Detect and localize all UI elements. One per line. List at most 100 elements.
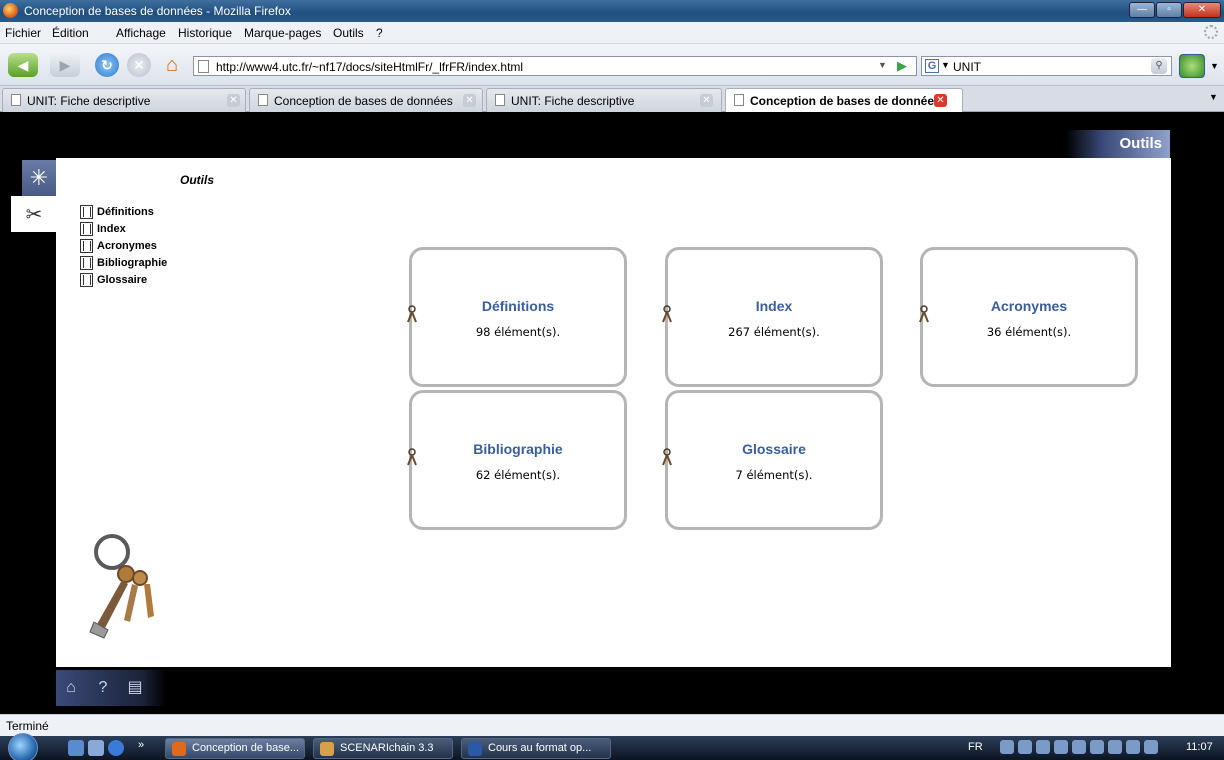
navigation-toolbar: ◀ ▶ ↻ ✕ ⌂ http://www4.utc.fr/~nf17/docs/…: [0, 44, 1224, 86]
document-icon: [80, 222, 93, 236]
search-bar[interactable]: G ▼ UNIT ⚲: [921, 56, 1172, 76]
card-title[interactable]: Bibliographie: [412, 441, 624, 457]
key-icon: [658, 304, 676, 324]
task-word[interactable]: Cours au format op...: [461, 738, 611, 759]
tray-app-icon[interactable]: [1036, 740, 1050, 754]
close-window-button[interactable]: ✕: [1183, 2, 1221, 18]
window-title: Conception de bases de données - Mozilla…: [24, 4, 291, 18]
help-icon[interactable]: ?: [92, 677, 114, 699]
tray-app-icon[interactable]: [1054, 740, 1068, 754]
addon-icon[interactable]: [1179, 54, 1205, 78]
network-icon[interactable]: [1126, 740, 1140, 754]
back-button[interactable]: ◀: [8, 53, 38, 77]
firefox-icon: [172, 742, 186, 756]
reload-button[interactable]: ↻: [95, 53, 119, 77]
card-title[interactable]: Définitions: [412, 298, 624, 314]
tab-1[interactable]: UNIT: Fiche descriptive ✕: [2, 88, 246, 112]
search-input[interactable]: UNIT: [953, 60, 981, 74]
tray-app-icon[interactable]: [1072, 740, 1086, 754]
clock[interactable]: 11:07: [1186, 741, 1213, 753]
tab-label: UNIT: Fiche descriptive: [27, 94, 151, 108]
menu-historique[interactable]: Historique: [178, 26, 232, 40]
tab-close-icon[interactable]: ✕: [700, 94, 713, 107]
switch-windows-icon[interactable]: [88, 740, 104, 756]
tab-3[interactable]: UNIT: Fiche descriptive ✕: [486, 88, 722, 112]
tab-2[interactable]: Conception de bases de données ✕: [249, 88, 483, 112]
tray-app-icon[interactable]: [1018, 740, 1032, 754]
url-bar[interactable]: http://www4.utc.fr/~nf17/docs/siteHtmlFr…: [193, 56, 917, 76]
menu-edition[interactable]: Édition: [52, 26, 89, 40]
tray-app-icon[interactable]: [1108, 740, 1122, 754]
ie-icon[interactable]: [108, 740, 124, 756]
tools-tree: Définitions Index Acronymes Bibliographi…: [80, 205, 167, 290]
print-icon[interactable]: ▤: [124, 677, 146, 699]
tab-label: UNIT: Fiche descriptive: [511, 94, 635, 108]
task-firefox[interactable]: Conception de base...: [165, 738, 305, 759]
card-index[interactable]: Index 267 élément(s).: [665, 247, 883, 387]
tree-item-acronymes[interactable]: Acronymes: [80, 239, 167, 256]
tree-item-glossaire[interactable]: Glossaire: [80, 273, 167, 290]
tab-close-icon[interactable]: ✕: [227, 94, 240, 107]
key-icon: [403, 304, 421, 324]
document-icon: [80, 239, 93, 253]
bottom-toolbar: ⌂ ? ▤: [56, 670, 166, 706]
card-title[interactable]: Index: [668, 298, 880, 314]
tree-item-bibliographie[interactable]: Bibliographie: [80, 256, 167, 273]
tools-icon[interactable]: ✂: [11, 196, 57, 232]
scenari-icon: [320, 742, 334, 756]
search-engine-icon[interactable]: G: [925, 59, 939, 73]
search-icon[interactable]: ⚲: [1151, 58, 1167, 74]
home-icon[interactable]: ⌂: [60, 677, 82, 699]
tray-chevron-icon[interactable]: [1000, 740, 1014, 754]
star-icon[interactable]: ✳: [22, 160, 56, 196]
throbber-icon: [1204, 25, 1218, 39]
menu-help[interactable]: ?: [376, 26, 383, 40]
card-definitions[interactable]: Définitions 98 élément(s).: [409, 247, 627, 387]
status-bar: Terminé: [0, 714, 1224, 736]
menu-outils[interactable]: Outils: [333, 26, 364, 40]
card-count: 98 élément(s).: [475, 325, 561, 339]
card-title[interactable]: Acronymes: [923, 298, 1135, 314]
tab-list-icon[interactable]: ▼: [1209, 92, 1218, 102]
tab-close-icon[interactable]: ✕: [934, 94, 947, 107]
page-icon: [734, 94, 744, 106]
tab-4[interactable]: Conception de bases de données ✕: [725, 88, 963, 113]
language-indicator[interactable]: FR: [968, 741, 983, 753]
tab-close-icon[interactable]: ✕: [463, 94, 476, 107]
taskbar: » Conception de base... SCENARIchain 3.3…: [0, 733, 1224, 760]
tab-label: Conception de bases de données: [274, 94, 453, 108]
forward-button[interactable]: ▶: [50, 53, 80, 77]
start-button[interactable]: [8, 733, 38, 760]
task-scenarichain[interactable]: SCENARIchain 3.3: [313, 738, 453, 759]
go-icon[interactable]: ▶: [897, 58, 907, 74]
tree-label: Acronymes: [97, 240, 157, 252]
menu-marque-pages[interactable]: Marque-pages: [244, 26, 321, 40]
card-bibliographie[interactable]: Bibliographie 62 élément(s).: [409, 390, 627, 530]
show-desktop-icon[interactable]: [68, 740, 84, 756]
engine-dropdown-icon[interactable]: ▼: [941, 60, 950, 70]
tree-label: Index: [97, 223, 126, 235]
maximize-button[interactable]: ▫: [1156, 2, 1182, 18]
key-icon: [658, 447, 676, 467]
home-button[interactable]: ⌂: [159, 53, 185, 77]
card-acronymes[interactable]: Acronymes 36 élément(s).: [920, 247, 1138, 387]
quicklaunch-more-icon[interactable]: »: [138, 739, 144, 751]
stop-button[interactable]: ✕: [127, 53, 151, 77]
volume-icon[interactable]: [1144, 740, 1158, 754]
card-title[interactable]: Glossaire: [668, 441, 880, 457]
menu-fichier[interactable]: Fichier: [5, 26, 41, 40]
card-count: 267 élément(s).: [728, 325, 820, 339]
key-icon: [915, 304, 933, 324]
url-dropdown-icon[interactable]: ▼: [878, 60, 887, 70]
status-text: Terminé: [6, 719, 49, 733]
tray-app-icon[interactable]: [1090, 740, 1104, 754]
document-icon: [80, 256, 93, 270]
minimize-button[interactable]: —: [1129, 2, 1155, 18]
tree-item-index[interactable]: Index: [80, 222, 167, 239]
addon-dropdown-icon[interactable]: ▼: [1210, 61, 1219, 71]
tab-label: Conception de bases de données: [750, 94, 941, 108]
tree-item-definitions[interactable]: Définitions: [80, 205, 167, 222]
tree-label: Définitions: [97, 206, 154, 218]
card-glossaire[interactable]: Glossaire 7 élément(s).: [665, 390, 883, 530]
menu-affichage[interactable]: Affichage: [116, 26, 166, 40]
